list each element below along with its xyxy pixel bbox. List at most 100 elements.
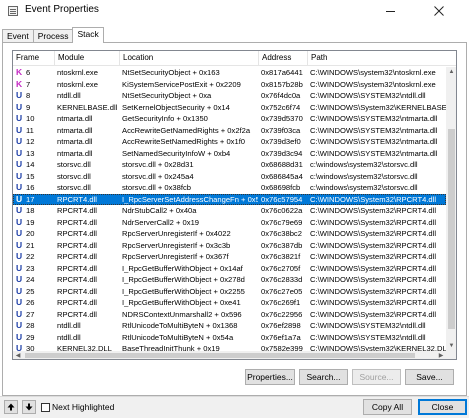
location-cell: I_RpcGetBufferWithObject + 0x14af — [122, 263, 243, 273]
module-cell: ntmarta.dll — [57, 137, 93, 146]
close-window-button[interactable] — [423, 0, 455, 22]
table-row[interactable]: U 19 RPCRT4.dll NdrServerCall2 + 0x19 0x76c7… — [13, 217, 446, 229]
address-cell: 0x76c387db — [261, 240, 303, 250]
location-cell: NdrStubCall2 + 0x40a — [122, 206, 197, 215]
tab-event[interactable]: Event — [2, 29, 34, 43]
horizontal-scrollbar[interactable]: ◀ ▶ — [13, 351, 446, 359]
table-row[interactable]: U 22 RPCRT4.dll RpcServerUnregisterIf + 0x3… — [13, 251, 446, 263]
next-highlighted-button[interactable] — [22, 400, 36, 414]
address-cell: 0x76ef1a7a — [261, 332, 301, 342]
scroll-right-arrow-icon[interactable]: ▶ — [436, 351, 446, 359]
scroll-down-arrow-icon[interactable]: ▼ — [446, 341, 456, 351]
previous-highlighted-button[interactable] — [4, 400, 18, 414]
table-row[interactable]: U 17 RPCRT4.dll I_RpcServerSetAddressChange… — [13, 193, 446, 205]
scrollbar-corner — [446, 351, 456, 359]
column-header-path[interactable]: Path — [308, 51, 456, 66]
address-cell: 0x68688d31 — [261, 160, 303, 169]
copy-all-button[interactable]: Copy All — [363, 399, 412, 415]
list-rows: K 6 ntoskrnl.exe NtSetSecurityObject + 0x16… — [13, 67, 446, 359]
path-cell: c:\windows\system32\storsvc.dll — [310, 160, 418, 169]
module-cell: RPCRT4.dll — [57, 206, 97, 215]
location-cell: RpcServerUnregisterIf + 0x4022 — [122, 229, 231, 238]
address-cell: 0x76c57954 — [261, 194, 303, 204]
address-cell: 0x8157b28b — [261, 79, 303, 89]
table-row[interactable]: K 7 ntoskrnl.exe KiSystemServicePostExit + … — [13, 79, 446, 91]
frame-kind-badge: U — [16, 251, 23, 261]
column-header-address[interactable]: Address — [259, 51, 308, 66]
table-row[interactable]: U 16 storsvc.dll storsvc.dll + 0x38fcb 0x686… — [13, 182, 446, 194]
frame-cell: 23 — [26, 263, 35, 273]
module-cell: RPCRT4.dll — [57, 275, 97, 284]
table-row[interactable]: U 15 storsvc.dll storsvc.dll + 0x245a4 0x686… — [13, 171, 446, 183]
path-cell: C:\WINDOWS\SYSTEM32\ntdll.dll — [310, 321, 426, 330]
frame-cell: 14 — [26, 160, 35, 169]
frame-kind-badge: U — [16, 331, 23, 342]
address-cell: 0x76c22956 — [261, 309, 303, 319]
scroll-up-arrow-icon[interactable]: ▲ — [446, 67, 456, 77]
table-row[interactable]: U 10 ntmarta.dll GetSecurityInfo + 0x1350 0x… — [13, 113, 446, 125]
table-row[interactable]: U 8 ntdll.dll NtSetSecurityObject + 0xa 0x76… — [13, 90, 446, 102]
tab-stack[interactable]: Stack — [72, 27, 104, 43]
arrow-up-icon — [7, 403, 15, 411]
frame-cell: 6 — [26, 68, 31, 77]
scroll-left-arrow-icon[interactable]: ◀ — [13, 351, 23, 359]
table-row[interactable]: U 29 ntdll.dll RtlUnicodeToMultiByteN + 0x5… — [13, 332, 446, 344]
table-row[interactable]: U 18 RPCRT4.dll NdrStubCall2 + 0x40a 0x76c06… — [13, 205, 446, 217]
frame-cell: 25 — [26, 286, 35, 296]
table-row[interactable]: U 24 RPCRT4.dll I_RpcGetBufferWithObject + … — [13, 274, 446, 286]
column-header-location[interactable]: Location — [120, 51, 259, 66]
table-row[interactable]: U 26 RPCRT4.dll I_RpcGetBufferWithObject + … — [13, 297, 446, 309]
module-cell: RPCRT4.dll — [57, 240, 97, 250]
frame-cell: 19 — [26, 217, 35, 227]
save-button[interactable]: Save... — [405, 369, 454, 385]
table-row[interactable]: U 11 ntmarta.dll AccRewriteGetNamedRights +… — [13, 125, 446, 137]
next-highlighted-checkbox[interactable] — [41, 403, 50, 412]
location-cell: SetKernelObjectSecurity + 0x14 — [122, 102, 230, 112]
path-cell: C:\WINDOWS\System32\RPCRT4.dll — [310, 275, 437, 284]
horizontal-scroll-thumb[interactable] — [25, 353, 415, 358]
table-row[interactable]: U 28 ntdll.dll RtlUnicodeToMultiByteN + 0x1… — [13, 320, 446, 332]
table-row[interactable]: U 23 RPCRT4.dll I_RpcGetBufferWithObject + … — [13, 263, 446, 275]
table-row[interactable]: U 25 RPCRT4.dll I_RpcGetBufferWithObject + … — [13, 286, 446, 298]
frame-cell: 11 — [26, 125, 34, 135]
column-header-frame[interactable]: Frame — [13, 51, 55, 66]
window-title: Event Properties — [25, 4, 99, 15]
column-header-module[interactable]: Module — [55, 51, 120, 66]
module-cell: RPCRT4.dll — [57, 298, 97, 307]
frame-cell: 15 — [26, 171, 35, 181]
vertical-scrollbar[interactable]: ▲ ▼ — [446, 67, 456, 351]
frame-kind-badge: U — [16, 124, 23, 135]
stack-list[interactable]: Frame Module Location Address Path K 6 nto… — [12, 50, 457, 360]
frame-kind-badge: U — [16, 239, 23, 250]
path-cell: C:\WINDOWS\System32\RPCRT4.dll — [310, 309, 437, 319]
tab-process[interactable]: Process — [32, 29, 74, 43]
frame-kind-badge: U — [16, 228, 23, 238]
location-cell: storsvc.dll + 0x245a4 — [122, 171, 194, 181]
module-cell: RPCRT4.dll — [57, 263, 97, 273]
location-cell: I_RpcGetBufferWithObject + 0xe41 — [122, 298, 241, 307]
table-row[interactable]: U 20 RPCRT4.dll RpcServerUnregisterIf + 0x4… — [13, 228, 446, 240]
source-button[interactable]: Source... — [352, 369, 401, 385]
address-cell: 0x68698fcb — [261, 183, 301, 192]
address-cell: 0x76f4dc0a — [261, 91, 301, 100]
address-cell: 0x739f03ca — [261, 125, 301, 135]
vertical-scroll-thumb[interactable] — [448, 129, 455, 329]
table-row[interactable]: U 27 RPCRT4.dll NDRSContextUnmarshall2 + 0x… — [13, 309, 446, 321]
table-row[interactable]: U 14 storsvc.dll storsvc.dll + 0x28d31 0x686… — [13, 159, 446, 171]
location-cell: RtlUnicodeToMultiByteN + 0x1368 — [122, 321, 238, 330]
path-cell: C:\WINDOWS\System32\KERNELBASE.dll — [310, 102, 446, 112]
close-button[interactable]: Close — [418, 399, 467, 415]
table-row[interactable]: U 12 ntmarta.dll AccRewriteSetNamedRights +… — [13, 136, 446, 148]
frame-kind-badge: K — [16, 78, 23, 89]
location-cell: I_RpcGetBufferWithObject + 0x2255 — [122, 286, 245, 296]
minimize-button[interactable] — [374, 0, 406, 22]
table-row[interactable]: U 13 ntmarta.dll SetNamedSecurityInfoW + 0x… — [13, 148, 446, 160]
frame-kind-badge: U — [16, 170, 23, 181]
search-button[interactable]: Search... — [299, 369, 348, 385]
location-cell: NDRSContextUnmarshall2 + 0x596 — [122, 309, 242, 319]
module-cell: storsvc.dll — [57, 183, 91, 192]
table-row[interactable]: U 9 KERNELBASE.dll SetKernelObjectSecurity … — [13, 102, 446, 114]
table-row[interactable]: U 21 RPCRT4.dll RpcServerUnregisterIf + 0x3… — [13, 240, 446, 252]
properties-button[interactable]: Properties... — [245, 369, 295, 385]
table-row[interactable]: K 6 ntoskrnl.exe NtSetSecurityObject + 0x16… — [13, 67, 446, 79]
